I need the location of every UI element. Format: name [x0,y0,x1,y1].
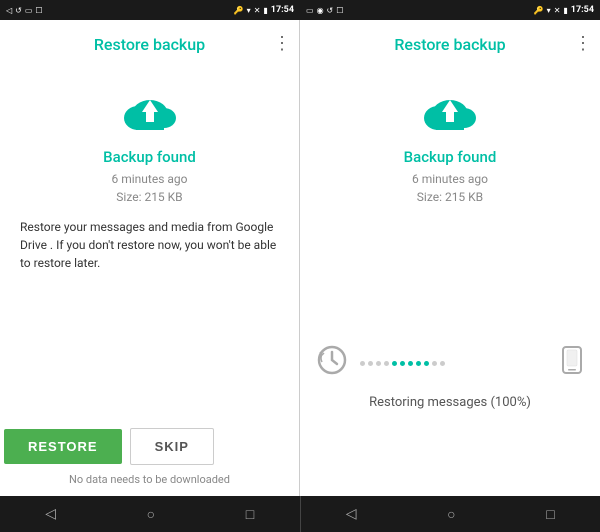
button-row-left: RESTORE SKIP [0,428,299,465]
signal-x-icon: ✕ [554,6,561,15]
app-bar-right: Restore backup ⋮ [300,20,600,68]
status-bar: ◁ ↺ ▭ ☐ 🔑 ▾ ✕ ▮ 17:54 ▭ ◉ ↺ ☐ 🔑 ▾ ✕ ▮ 17… [0,0,600,20]
home-nav-right[interactable]: ○ [447,506,455,523]
back-nav-left[interactable]: ◁ [45,506,56,522]
dots-container [356,361,552,366]
screen-icon: ▭ [25,6,33,15]
progress-dot [432,361,437,366]
progress-dot [392,361,397,366]
backup-meta-right: 6 minutes ago Size: 215 KB [412,170,488,206]
progress-dot [416,361,421,366]
progress-dot [376,361,381,366]
status-icons-right-left2: ▭ ◉ ↺ ☐ [306,6,343,15]
menu-icon-right[interactable]: ⋮ [574,35,592,53]
no-download-text: No data needs to be downloaded [0,473,299,486]
wifi-icon-left: ▾ [247,6,251,15]
history-icon [316,344,348,383]
progress-dot [424,361,429,366]
refresh-icon2: ↺ [327,6,334,15]
home-nav-left[interactable]: ○ [147,506,155,523]
progress-dot [368,361,373,366]
time-right: 17:54 [571,5,594,15]
backup-meta-left: 6 minutes ago Size: 215 KB [112,170,188,206]
backup-time-left: 6 minutes ago [112,172,188,186]
progress-dot [384,361,389,366]
battery-icon-right: ▮ [563,6,567,15]
progress-dot [400,361,405,366]
skip-button[interactable]: SKIP [130,428,214,465]
battery-icon-left: ▮ [263,6,267,15]
backup-found-right: Backup found [404,148,497,166]
cloud-icon-wrapper-left [118,88,182,140]
backup-time-right: 6 minutes ago [412,172,488,186]
wifi-icon-right: ▾ [547,6,551,15]
status-icons-left: ◁ ↺ ▭ ☐ [6,6,43,15]
restore-button[interactable]: RESTORE [4,429,122,464]
refresh-icon: ↺ [15,6,22,15]
back-nav-right[interactable]: ◁ [346,506,357,522]
restore-description-left: Restore your messages and media from Goo… [16,218,283,272]
backup-size-right: Size: 215 KB [417,190,483,204]
status-icons-right-left: 🔑 ▾ ✕ ▮ 17:54 [234,5,294,15]
screen-right-title: Restore backup [394,35,505,54]
recent-nav-left[interactable]: □ [246,506,254,523]
time-left: 17:54 [271,5,294,15]
status-bar-left: ◁ ↺ ▭ ☐ 🔑 ▾ ✕ ▮ 17:54 [0,0,300,20]
phone-icon-progress [560,346,584,380]
cloud-upload-icon-right [418,88,482,136]
screen-left-content: Backup found 6 minutes ago Size: 215 KB … [0,68,299,428]
nav-bar: ◁ ○ □ ◁ ○ □ [0,496,600,532]
progress-dot [408,361,413,366]
status-bar-right: ▭ ◉ ↺ ☐ 🔑 ▾ ✕ ▮ 17:54 [300,0,600,20]
menu-icon-left[interactable]: ⋮ [273,35,291,53]
screens-container: Restore backup ⋮ Backup found 6 minutes … [0,20,600,496]
nav-bar-right: ◁ ○ □ [301,496,600,532]
screen-left-title: Restore backup [94,35,205,54]
status-icons-right-right: 🔑 ▾ ✕ ▮ 17:54 [534,5,594,15]
backup-found-left: Backup found [103,148,196,166]
screen-icon2: ▭ [306,6,314,15]
phone-icon-status: ☐ [35,6,42,15]
cloud-upload-icon-left [118,88,182,136]
key-icon: 🔑 [234,6,244,15]
progress-dot [360,361,365,366]
nav-bar-left: ◁ ○ □ [0,496,300,532]
progress-dot [440,361,445,366]
cloud-icon-wrapper-right [418,88,482,140]
signal-icon-left: ✕ [254,6,261,15]
restoring-text: Restoring messages (100%) [369,395,531,410]
recent-nav-right[interactable]: □ [546,506,554,523]
location-icon: ◉ [317,6,324,15]
progress-area: Restoring messages (100%) [300,277,600,496]
backup-size-left: Size: 215 KB [116,190,182,204]
screen-right: Restore backup ⋮ Backup found 6 minutes … [300,20,600,496]
screen-right-content: Backup found 6 minutes ago Size: 215 KB [300,68,600,277]
back-icon-status: ◁ [6,6,12,15]
app-bar-left: Restore backup ⋮ [0,20,299,68]
phone-icon2: ☐ [336,6,343,15]
key-icon2: 🔑 [534,6,544,15]
screen-left: Restore backup ⋮ Backup found 6 minutes … [0,20,300,496]
progress-bar-area [316,344,584,383]
